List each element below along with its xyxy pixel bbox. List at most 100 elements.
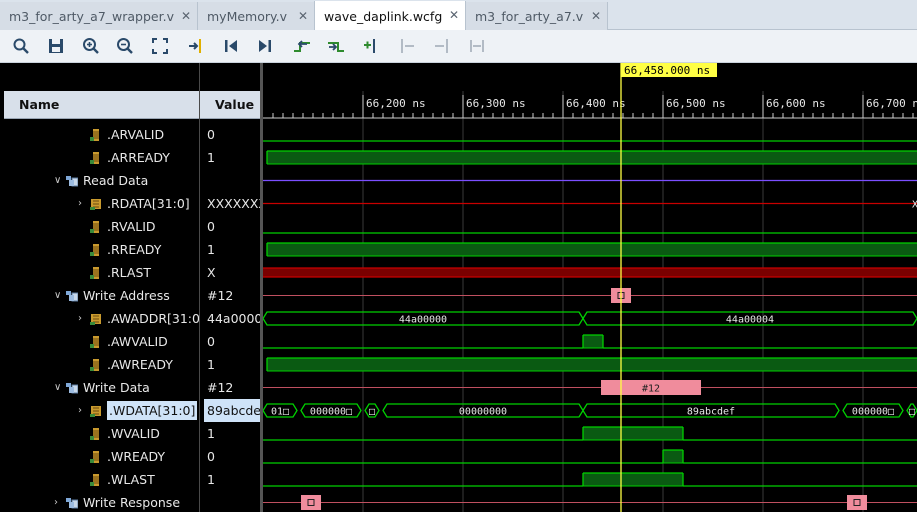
- transaction-marker[interactable]: [301, 495, 321, 510]
- signal-name-label: .WVALID: [107, 426, 160, 441]
- bus-value-label: 000000□: [852, 407, 894, 418]
- bus-signal-icon: [90, 405, 102, 417]
- signal-value: 1: [207, 426, 215, 441]
- bus-value-label: 44a00004: [726, 315, 774, 326]
- signal-name-label: .ARREADY: [107, 150, 170, 165]
- signal-group-icon: [66, 382, 79, 394]
- transaction-label: #12: [642, 384, 660, 395]
- signal-group-icon: [66, 497, 79, 509]
- next-marker-icon[interactable]: [432, 36, 452, 56]
- bus-signal-icon: [90, 313, 102, 325]
- close-icon[interactable]: ✕: [298, 9, 308, 23]
- unknown-value-band: [263, 268, 917, 277]
- chevron-right-icon[interactable]: ›: [54, 497, 66, 508]
- previous-transition-icon[interactable]: [292, 36, 312, 56]
- tab-m3-for-arty-a7[interactable]: m3_for_arty_a7.v ✕: [466, 2, 608, 30]
- bit-signal-icon: [90, 427, 102, 440]
- time-ruler-label: 66,400 ns: [566, 97, 626, 110]
- bus-value-label: X: [912, 200, 917, 211]
- signal-name-label: Write Response: [83, 495, 181, 510]
- signal-value: 1: [207, 150, 215, 165]
- zoom-in-icon[interactable]: [81, 36, 101, 56]
- signal-name-label: .WLAST: [107, 472, 155, 487]
- signal-name-label: .AWADDR[31:0]: [107, 311, 205, 326]
- signal-group-row[interactable]: ∨ Read Data: [54, 169, 148, 192]
- signal-row[interactable]: .RREADY: [90, 238, 161, 261]
- next-transition-icon[interactable]: [326, 36, 346, 56]
- waveform-area[interactable]: 66,200 ns 66,300 ns 66,400 ns 66,500 ns 66,6…: [263, 63, 917, 512]
- editor-tab-bar: m3_for_arty_a7_wrapper.v ✕ myMemory.v ✕ …: [0, 0, 917, 31]
- signal-name-label: Write Address: [83, 288, 170, 303]
- chevron-right-icon[interactable]: ›: [78, 405, 90, 416]
- time-ruler-label: 66,200 ns: [366, 97, 426, 110]
- signal-value: 1: [207, 472, 215, 487]
- signal-value: 0: [207, 334, 215, 349]
- go-to-cursor-icon[interactable]: [186, 36, 206, 56]
- signal-value: X: [207, 265, 216, 280]
- signal-group-row[interactable]: ∨ Write Data: [54, 376, 150, 399]
- go-to-end-icon[interactable]: [255, 36, 275, 56]
- tab-mymemory[interactable]: myMemory.v ✕: [198, 2, 315, 30]
- chevron-right-icon[interactable]: ›: [78, 198, 90, 209]
- transaction-marker[interactable]: [847, 495, 867, 510]
- signal-name-label: Read Data: [83, 173, 149, 188]
- signal-value: 1: [207, 242, 215, 257]
- chevron-down-icon[interactable]: ∨: [54, 175, 66, 186]
- signal-group-row[interactable]: ∨ Write Address: [54, 284, 170, 307]
- signal-name-label: .WREADY: [107, 449, 166, 464]
- wave-high-fill: [583, 427, 683, 440]
- chevron-down-icon[interactable]: ∨: [54, 382, 66, 393]
- chevron-down-icon[interactable]: ∨: [54, 290, 66, 301]
- bus-value-label: 89abcdef: [687, 407, 735, 418]
- signal-value: 0: [207, 219, 215, 234]
- signal-group-row[interactable]: › Write Response: [54, 491, 180, 512]
- zoom-out-icon[interactable]: [115, 36, 135, 56]
- time-ruler-label: 66,700 ns: [866, 97, 917, 110]
- bus-value-label: □: [909, 407, 915, 418]
- signal-value: 0: [207, 127, 215, 142]
- name-column-header[interactable]: Name: [4, 91, 199, 119]
- time-ruler-label: 66,300 ns: [466, 97, 526, 110]
- waveform-toolbar: [0, 30, 917, 63]
- value-column-header[interactable]: Value: [200, 91, 260, 119]
- previous-marker-icon[interactable]: [397, 36, 417, 56]
- signal-row[interactable]: .ARREADY: [90, 146, 170, 169]
- signal-value-panel: Value 0 1 XXXXXXXX 0 1 X #12 44a00004 0 1 #12 89abc…: [200, 63, 260, 512]
- signal-name-label: .RVALID: [107, 219, 156, 234]
- wave-high-fill: [583, 473, 683, 486]
- chevron-right-icon[interactable]: ›: [78, 313, 90, 324]
- bit-signal-icon: [90, 266, 102, 279]
- signal-row[interactable]: .ARVALID: [90, 123, 164, 146]
- signal-name-label: Write Data: [83, 380, 150, 395]
- save-icon[interactable]: [46, 36, 66, 56]
- close-icon[interactable]: ✕: [181, 9, 191, 23]
- bit-signal-icon: [90, 128, 102, 141]
- signal-row[interactable]: .AWVALID: [90, 330, 168, 353]
- signal-row[interactable]: .WLAST: [90, 468, 155, 491]
- go-to-start-icon[interactable]: [221, 36, 241, 56]
- signal-row[interactable]: .AWREADY: [90, 353, 173, 376]
- tab-m3-for-arty-a7-wrapper[interactable]: m3_for_arty_a7_wrapper.v ✕: [0, 2, 198, 30]
- tab-wave-daplink[interactable]: wave_daplink.wcfg ✕: [314, 1, 466, 31]
- waveform-canvas[interactable]: 66,200 ns 66,300 ns 66,400 ns 66,500 ns 66,6…: [263, 63, 917, 512]
- swap-cursors-icon[interactable]: [467, 36, 487, 56]
- close-icon[interactable]: ✕: [449, 8, 459, 22]
- bus-value-label: 000000□: [310, 407, 352, 418]
- signal-row[interactable]: .RLAST: [90, 261, 151, 284]
- zoom-fit-icon[interactable]: [150, 36, 170, 56]
- tab-label: myMemory.v: [207, 8, 287, 24]
- tab-label: wave_daplink.wcfg: [324, 8, 443, 24]
- signal-name-label: .ARVALID: [107, 127, 165, 142]
- signal-row[interactable]: .WVALID: [90, 422, 160, 445]
- signal-row[interactable]: .WREADY: [90, 445, 165, 468]
- add-marker-icon[interactable]: [361, 36, 381, 56]
- signal-row[interactable]: › .AWADDR[31:0]: [78, 307, 205, 330]
- signal-row[interactable]: › .RDATA[31:0]: [78, 192, 190, 215]
- wave-high-fill: [267, 243, 917, 256]
- signal-name-label: .RDATA[31:0]: [107, 196, 190, 211]
- signal-row[interactable]: .RVALID: [90, 215, 156, 238]
- search-icon[interactable]: [11, 36, 31, 56]
- signal-row[interactable]: › .WDATA[31:0]: [78, 399, 198, 422]
- close-icon[interactable]: ✕: [591, 9, 601, 23]
- bit-signal-icon: [90, 473, 102, 486]
